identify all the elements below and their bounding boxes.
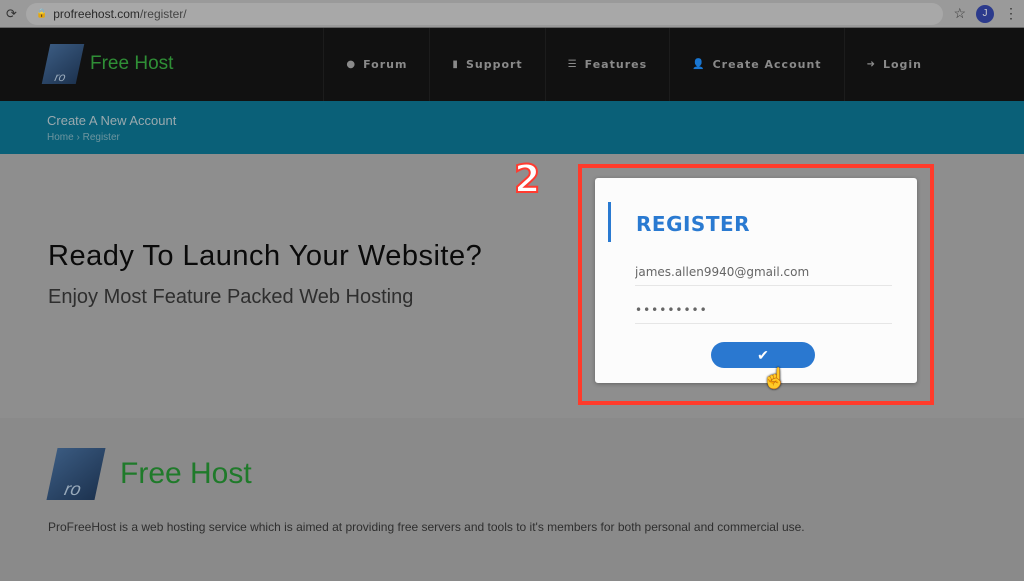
footer-logo-text: Free Host bbox=[120, 457, 252, 490]
nav-create-account[interactable]: 👤 Create Account bbox=[669, 28, 843, 101]
comments-icon: ● bbox=[346, 59, 357, 70]
reload-icon[interactable]: ⟳ bbox=[6, 6, 26, 22]
hero-heading: Ready To Launch Your Website? bbox=[48, 240, 483, 272]
hero-subheading: Enjoy Most Feature Packed Web Hosting bbox=[48, 286, 414, 308]
page-title: Create A New Account bbox=[47, 113, 177, 128]
register-card: REGISTER ✔ bbox=[595, 178, 917, 383]
bookmark-star-icon[interactable]: ☆ bbox=[953, 5, 966, 22]
browser-toolbar: ⟳ 🔒 profreehost.com/register/ ☆ J ⋮ bbox=[0, 0, 1024, 28]
nav-label: Support bbox=[465, 58, 523, 71]
logo-mark-icon: ro bbox=[46, 448, 106, 500]
logo-text: Free Host bbox=[90, 53, 174, 74]
hand-cursor-icon: ☝ bbox=[762, 368, 787, 390]
user-plus-icon: 👤 bbox=[692, 59, 706, 70]
email-field[interactable] bbox=[635, 258, 892, 286]
footer: ro Free Host ProFreeHost is a web hostin… bbox=[0, 418, 1024, 581]
book-icon: ▮ bbox=[452, 59, 459, 70]
nav-features[interactable]: ☰ Features bbox=[544, 28, 669, 101]
step-number: 2 bbox=[513, 156, 541, 202]
check-icon: ✔ bbox=[757, 346, 769, 363]
lock-icon: 🔒 bbox=[36, 8, 48, 18]
nav-label: Create Account bbox=[712, 58, 822, 71]
footer-logo: ro Free Host bbox=[46, 448, 252, 500]
chevron-right-icon: › bbox=[76, 132, 80, 143]
main-menu: ● Forum ▮ Support ☰ Features 👤 Create Accoun… bbox=[323, 28, 944, 101]
breadcrumb-current: Register bbox=[82, 132, 120, 143]
sign-in-icon: ➜ bbox=[866, 59, 876, 70]
logo-mark-icon: ro bbox=[41, 44, 85, 84]
password-field[interactable] bbox=[635, 296, 892, 324]
nav-label: Forum bbox=[363, 58, 408, 71]
nav-login[interactable]: ➜ Login bbox=[843, 28, 944, 101]
breadcrumb-home[interactable]: Home bbox=[47, 132, 74, 143]
address-bar[interactable]: 🔒 profreehost.com/register/ bbox=[26, 2, 944, 25]
register-submit-button[interactable]: ✔ bbox=[711, 342, 815, 368]
nav-support[interactable]: ▮ Support bbox=[429, 28, 544, 101]
url-path: /register/ bbox=[139, 6, 187, 21]
register-title: REGISTER bbox=[636, 212, 751, 236]
menu-kebab-icon[interactable]: ⋮ bbox=[1004, 5, 1018, 22]
list-icon: ☰ bbox=[567, 59, 578, 70]
url-host: profreehost.com bbox=[53, 6, 140, 21]
nav-label: Features bbox=[584, 58, 648, 71]
accent-bar bbox=[608, 202, 611, 242]
site-logo[interactable]: ro Free Host bbox=[41, 44, 174, 84]
footer-description: ProFreeHost is a web hosting service whi… bbox=[48, 520, 805, 534]
page-banner: Create A New Account Home › Register bbox=[0, 101, 1024, 154]
breadcrumb: Home › Register bbox=[47, 132, 977, 143]
site-header: ro Free Host ● Forum ▮ Support ☰ Features 👤… bbox=[0, 28, 1024, 101]
nav-label: Login bbox=[882, 58, 922, 71]
profile-avatar[interactable]: J bbox=[976, 4, 994, 23]
nav-forum[interactable]: ● Forum bbox=[323, 28, 429, 101]
